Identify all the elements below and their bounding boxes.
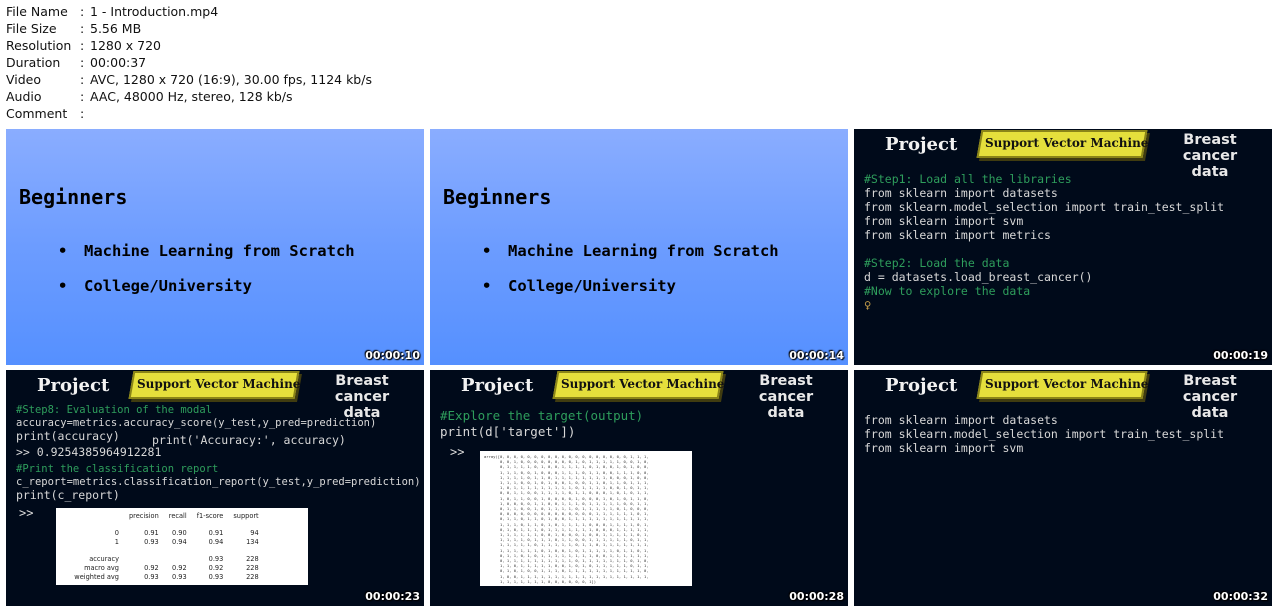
array-output: array([0, 0, 0, 0, 0, 0, 0, 0, 0, 0, 0, … [480,451,692,586]
project-label: Project [461,375,534,396]
timestamp: 00:00:10 [365,349,420,362]
code-line-print: print(accuracy) [16,429,120,443]
thumbnail-6[interactable]: Project Support Vector Machine Breast ca… [854,370,1272,606]
code-comment: #Now to explore the data [864,284,1031,298]
svm-banner-text: Support Vector Machine [137,377,301,391]
text-cursor-icon: ♀ [864,298,872,312]
code-block: #Explore the target(output) print(d['tar… [440,408,643,440]
timestamp: 00:00:14 [789,349,844,362]
array-line: 0, 0, 1, 1, 0, 0, 1, 1, 1, 1, 0, 1, 1, 0… [484,490,649,496]
thumbnail-5[interactable]: Project Support Vector Machine Breast ca… [430,370,848,606]
code-block: #Print the classification report c_repor… [16,463,421,488]
code-line: d = datasets.load_breast_cancer() [864,270,1093,284]
code-line: from sklearn import metrics [864,228,1051,242]
code-line: from sklearn.model_selection import trai… [864,200,1225,214]
report-table: precision recall f1-score support 0 0.91 0.90… [60,511,264,581]
slide-heading: Beginners [443,185,552,209]
slide-bullet: • Machine Learning from Scratch [58,242,355,260]
slide-bullet: • College/University [482,277,676,295]
thumbnail-3[interactable]: Project Support Vector Machine Breast ca… [854,129,1272,365]
timestamp: 00:00:28 [789,590,844,603]
meta-row-file-name: File Name:1 - Introduction.mp4 [6,4,219,19]
table-row: weighted avg 0.93 0.93 0.93 228 [74,572,259,581]
code-block: #Step1: Load all the libraries from skle… [864,172,1224,312]
slide-bullet: • Machine Learning from Scratch [482,242,779,260]
meta-row-resolution: Resolution:1280 x 720 [6,38,162,53]
svm-banner-text: Support Vector Machine [985,377,1149,391]
code-line: c_report=metrics.classification_report(y… [16,475,421,488]
timestamp: 00:00:19 [1213,349,1268,362]
array-line: 1, 1, 1, 1, 1, 0, 1, 1, 1, 1, 1, 0, 1, 1… [484,542,649,548]
code-comment: #Step8: Evaluation of the modal [16,404,212,416]
svm-banner-text: Support Vector Machine [985,136,1149,150]
code-comment: #Explore the target(output) [440,408,644,423]
meta-row-video: Video: AVC, 1280 x 720 (16:9), 30.00 fps,… [6,72,372,87]
meta-row-file-size: File Size:5.56 MB [6,21,142,36]
project-label: Project [37,375,110,396]
code-line: from sklearn import svm [864,441,1024,455]
table-row: 0 0.91 0.90 0.91 94 [114,528,259,537]
code-output: >> 0.9254385964912281 [16,445,162,459]
table-row: macro avg 0.92 0.92 0.92 228 [84,563,259,572]
meta-row-duration: Duration:00:00:37 [6,55,147,70]
table-row: 1 0.93 0.94 0.94 134 [114,537,259,546]
timestamp: 00:00:32 [1213,590,1268,603]
thumbnail-1[interactable]: Beginners • Machine Learning from Scratch… [6,129,424,365]
code-comment: #Print the classification report [16,463,219,475]
code-comment: #Step1: Load all the libraries [864,172,1072,186]
code-line: from sklearn import svm [864,214,1024,228]
code-line: accuracy=metrics.accuracy_score(y_test,y… [16,416,377,429]
output-prompt: >> [450,445,465,459]
array-line: 0, 1, 0, 1, 0, 0, 1, 1, 1, 0, 1, 1, 1, 1… [484,568,649,574]
code-block: from sklearn import datasets from sklear… [864,413,1224,455]
thumbnail-4[interactable]: Project Support Vector Machine Breast ca… [6,370,424,606]
slide-bullet: • College/University [58,277,252,295]
code-line-print: print(c_report) [16,488,120,502]
array-text: array([0, 0, 0, 0, 0, 0, 0, 0, 0, 0, 0, … [484,454,649,584]
code-line-print-accuracy: print('Accuracy:', accuracy) [152,433,346,447]
code-line: from sklearn import datasets [864,413,1058,427]
output-prompt: >> [19,506,34,520]
slide-heading: Beginners [19,185,128,209]
code-block: #Step8: Evaluation of the modal accuracy… [16,404,376,429]
code-line: from sklearn import datasets [864,186,1058,200]
project-label: Project [885,375,958,396]
file-metadata: File Name:1 - Introduction.mp4 File Size… [6,3,372,122]
array-line: 1, 1, 1, 1, 1, 1, 1, 0, 0, 0, 0, 0, 0, 1… [484,578,597,584]
code-comment: #Step2: Load the data [864,256,1010,270]
timestamp: 00:00:23 [365,590,420,603]
table-row: precision recall f1-score support [129,511,259,520]
code-line: print(d['target']) [440,424,576,439]
svm-banner-text: Support Vector Machine [561,377,725,391]
meta-row-comment: Comment: [6,106,85,121]
array-line: 0, 1, 1, 1, 1, 0, 1, 0, 0, 1, 1, 1, 1, 0… [484,464,649,470]
thumbnail-2[interactable]: Beginners • Machine Learning from Scratch… [430,129,848,365]
dataset-title: Breast cancer data [758,373,814,421]
meta-row-audio: Audio: AAC, 48000 Hz, stereo, 128 kb/s [6,89,293,104]
classification-report: precision recall f1-score support 0 0.91 0.90… [56,508,308,585]
project-label: Project [885,134,958,155]
array-line: 0, 1, 1, 0, 1, 1, 0, 1, 0, 0, 1, 1, 1, 1… [484,516,649,522]
code-line: from sklearn.model_selection import trai… [864,427,1225,441]
table-row: accuracy 0.93 228 [89,554,259,563]
